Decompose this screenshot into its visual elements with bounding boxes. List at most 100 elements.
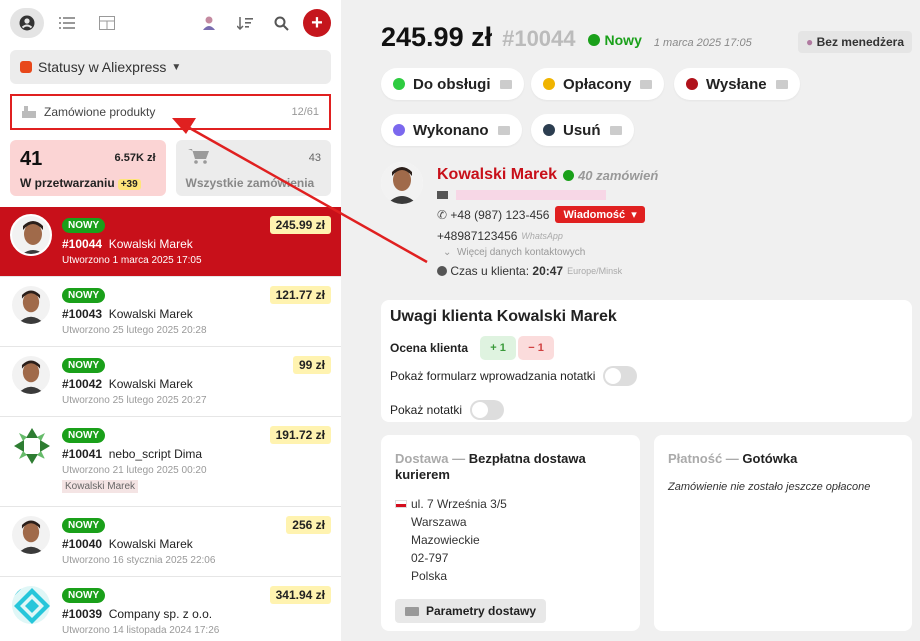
order-customer: Kowalski Marek <box>108 237 193 251</box>
order-customer: Kowalski Marek <box>108 537 193 551</box>
customer-name[interactable]: Kowalski Marek <box>437 166 557 184</box>
truck-icon <box>405 606 419 616</box>
delivery-params-label: Parametry dostawy <box>426 604 537 618</box>
order-title: #10040 Kowalski Marek <box>62 537 341 551</box>
status-pill-do-obslugi[interactable]: Do obsługi <box>381 68 524 100</box>
order-number: #10044 <box>62 237 103 251</box>
status-badge: NOWY <box>62 588 106 603</box>
aliexpress-icon <box>20 61 32 73</box>
order-number: #10041 <box>62 447 103 461</box>
chevron-down-icon: ▼ <box>171 61 182 73</box>
payment-card: Płatność — Gotówka Zamówienie nie został… <box>654 435 912 631</box>
client-time-label: Czas u klienta: <box>450 264 530 278</box>
whatsapp-row: +48987123456 WhatsApp <box>437 229 658 243</box>
list-icon <box>59 17 75 29</box>
order-price: 99 zł <box>292 356 331 374</box>
status-pill-label: Opłacony <box>563 75 632 93</box>
order-row-10040[interactable]: NOWY 256 zł #10040 Kowalski Marek Utworz… <box>0 507 341 577</box>
client-timezone: Europe/Minsk <box>567 266 623 276</box>
manager-button[interactable]: ● Bez menedżera <box>798 31 912 53</box>
sort-icon <box>237 17 253 30</box>
address-region: Mazowieckie <box>411 533 480 547</box>
mail-icon <box>609 125 622 135</box>
address-zip: 02-797 <box>411 551 449 565</box>
whatsapp-number[interactable]: +48987123456 <box>437 229 517 243</box>
cart-icon <box>187 149 209 164</box>
all-orders-tile[interactable]: 43 Wszystkie zamówienia <box>175 140 331 196</box>
order-row-10042[interactable]: NOWY 99 zł #10042 Kowalski Marek Utworzo… <box>0 347 341 417</box>
ordered-products-count: 12/61 <box>291 106 319 118</box>
list-view-button[interactable] <box>50 8 84 38</box>
summary-tiles: 41 6.57K zł W przetwarzaniu +39 43 Wszyst… <box>10 140 331 196</box>
customer-avatar <box>12 286 50 324</box>
mail-icon <box>499 79 512 89</box>
rating-minus-button[interactable]: − 1 <box>518 336 555 360</box>
sort-button[interactable] <box>229 8 261 38</box>
clock-icon <box>437 266 447 276</box>
order-number-title: #10044 <box>502 26 576 51</box>
add-icon: + <box>311 11 323 34</box>
order-created: Utworzono 1 marca 2025 17:05 <box>62 255 202 266</box>
order-customer: nebo_script Dima <box>108 447 203 461</box>
order-title: #10039 Company sp. z o.o. <box>62 607 341 621</box>
status-filter-label: Statusy w Aliexpress <box>38 59 167 75</box>
status-pill-label: Do obsługi <box>413 75 491 93</box>
order-number: #10042 <box>62 377 103 391</box>
box-icon <box>22 106 36 118</box>
message-button[interactable]: Wiadomość ▾ <box>555 206 645 223</box>
phone-icon: ✆ <box>437 207 448 222</box>
verified-icon <box>563 169 575 181</box>
address-street: ul. 7 Września 3/5 <box>411 497 507 511</box>
status-pill-usun[interactable]: Usuń <box>531 114 634 146</box>
delivery-label: Dostawa — <box>395 451 466 466</box>
customer-orders-count: 40 zamówień <box>578 167 659 183</box>
order-total: 245.99 zł <box>381 22 493 52</box>
order-customer: Kowalski Marek <box>108 307 193 321</box>
customer-avatar <box>12 586 50 624</box>
user-view-button[interactable] <box>10 8 44 38</box>
ordered-products-button[interactable]: Zamówione produkty 12/61 <box>10 94 331 130</box>
processing-tile[interactable]: 41 6.57K zł W przetwarzaniu +39 <box>10 140 166 196</box>
order-row-10039[interactable]: NOWY 341.94 zł #10039 Company sp. z o.o.… <box>0 577 341 641</box>
customer-avatar <box>12 356 50 394</box>
notes-toggle[interactable] <box>470 400 505 420</box>
delivery-params-button[interactable]: Parametry dostawy <box>395 599 547 623</box>
user-icon <box>19 15 35 31</box>
more-contacts-link[interactable]: ⌄ Więcej danych kontaktowych <box>443 247 658 258</box>
rating-plus-button[interactable]: + 1 <box>480 336 517 360</box>
order-price: 256 zł <box>286 516 331 534</box>
chevron-down-icon: ⌄ <box>443 247 452 258</box>
toolbar: + <box>0 0 341 46</box>
status-badge: NOWY <box>62 518 106 533</box>
add-order-button[interactable]: + <box>303 9 331 37</box>
whatsapp-label: WhatsApp <box>521 231 563 241</box>
order-row-10043[interactable]: NOWY 121.77 zł #10043 Kowalski Marek Utw… <box>0 277 341 347</box>
manager-filter-button[interactable] <box>193 8 225 38</box>
customer-notes-card: Uwagi klienta Kowalski Marek Ocena klien… <box>381 300 912 422</box>
status-pill-oplacony[interactable]: Opłacony <box>531 68 665 100</box>
customer-phone[interactable]: +48 (987) 123-456 <box>450 208 549 222</box>
mail-icon <box>640 79 653 89</box>
search-icon <box>274 16 289 31</box>
notes-toggle-label: Pokaż notatki <box>390 403 463 417</box>
order-number: #10039 <box>62 607 103 621</box>
status-badge: NOWY <box>62 358 106 373</box>
search-button[interactable] <box>265 8 297 38</box>
status-badge: NOWY <box>62 428 106 443</box>
status-pill-wyslane[interactable]: Wysłane <box>674 68 800 100</box>
customer-name-row: Kowalski Marek 40 zamówień <box>437 166 658 184</box>
order-row-10041[interactable]: NOWY 191.72 zł #10041 nebo_script Dima U… <box>0 417 341 507</box>
status-pill-label: Wysłane <box>706 75 767 93</box>
status-filter-dropdown[interactable]: Statusy w Aliexpress ▼ <box>10 50 331 84</box>
delivery-title: Dostawa — Bezpłatna dostawa kurierem <box>395 451 626 483</box>
status-badge: NOWY <box>62 218 106 233</box>
order-status: Nowy <box>587 32 642 48</box>
order-customer: Company sp. z o.o. <box>108 607 213 621</box>
processing-label-text: W przetwarzaniu <box>20 176 115 190</box>
order-tag: Kowalski Marek <box>62 480 139 493</box>
order-row-10044[interactable]: NOWY 245.99 zł #10044 Kowalski Marek Utw… <box>0 207 341 277</box>
manager-button-label: Bez menedżera <box>816 35 904 49</box>
table-view-button[interactable] <box>90 8 124 38</box>
note-form-toggle[interactable] <box>603 366 638 386</box>
status-pill-wykonano[interactable]: Wykonano <box>381 114 522 146</box>
